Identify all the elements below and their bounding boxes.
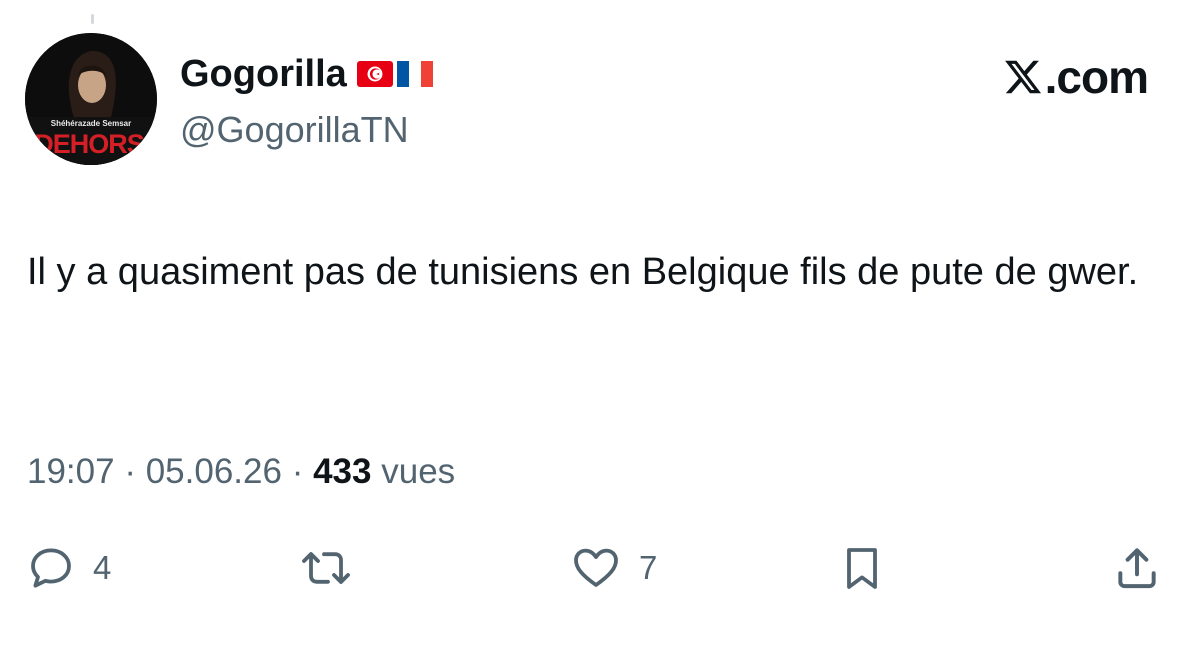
heart-icon (571, 544, 621, 592)
tweet-meta: 19:07 · 05.06.26 · 433 vues (27, 447, 455, 497)
avatar[interactable]: Shéhérazade Semsar DEHORS (25, 33, 157, 165)
views-count: 433 (313, 452, 372, 491)
retweet-button[interactable] (298, 538, 354, 598)
france-flag-icon (396, 61, 433, 87)
flags (356, 61, 433, 87)
display-name[interactable]: Gogorilla (180, 52, 347, 96)
tweet-date[interactable]: 05.06.26 (146, 452, 282, 491)
bookmark-button[interactable] (838, 538, 886, 598)
meta-separator: · (291, 452, 304, 491)
avatar-image: Shéhérazade Semsar DEHORS (25, 33, 157, 165)
retweet-icon (298, 544, 354, 592)
x-logo-icon (1004, 60, 1041, 94)
tweet-time[interactable]: 19:07 (27, 452, 115, 491)
like-count: 7 (639, 549, 658, 586)
share-icon (1112, 543, 1162, 593)
brand-logo: .com (1003, 50, 1149, 104)
views-label: vues (381, 452, 456, 491)
display-name-row[interactable]: Gogorilla (180, 52, 433, 96)
share-button[interactable] (1112, 538, 1162, 598)
avatar-caption-small: Shéhérazade Semsar (51, 119, 132, 128)
brand-label: .com (1044, 51, 1149, 103)
tunisia-flag-icon (356, 61, 393, 87)
reply-button[interactable]: 4 (27, 538, 111, 598)
user-handle[interactable]: @GogorillaTN (180, 108, 409, 152)
avatar-caption-large: DEHORS (34, 129, 144, 159)
reply-count: 4 (93, 549, 112, 586)
tweet-text: Il y a quasiment pas de tunisiens en Bel… (27, 251, 1139, 293)
like-button[interactable]: 7 (571, 538, 657, 598)
bookmark-icon (838, 543, 886, 593)
reply-icon (27, 544, 75, 592)
top-divider-mark (91, 14, 94, 24)
meta-separator: · (124, 452, 136, 491)
